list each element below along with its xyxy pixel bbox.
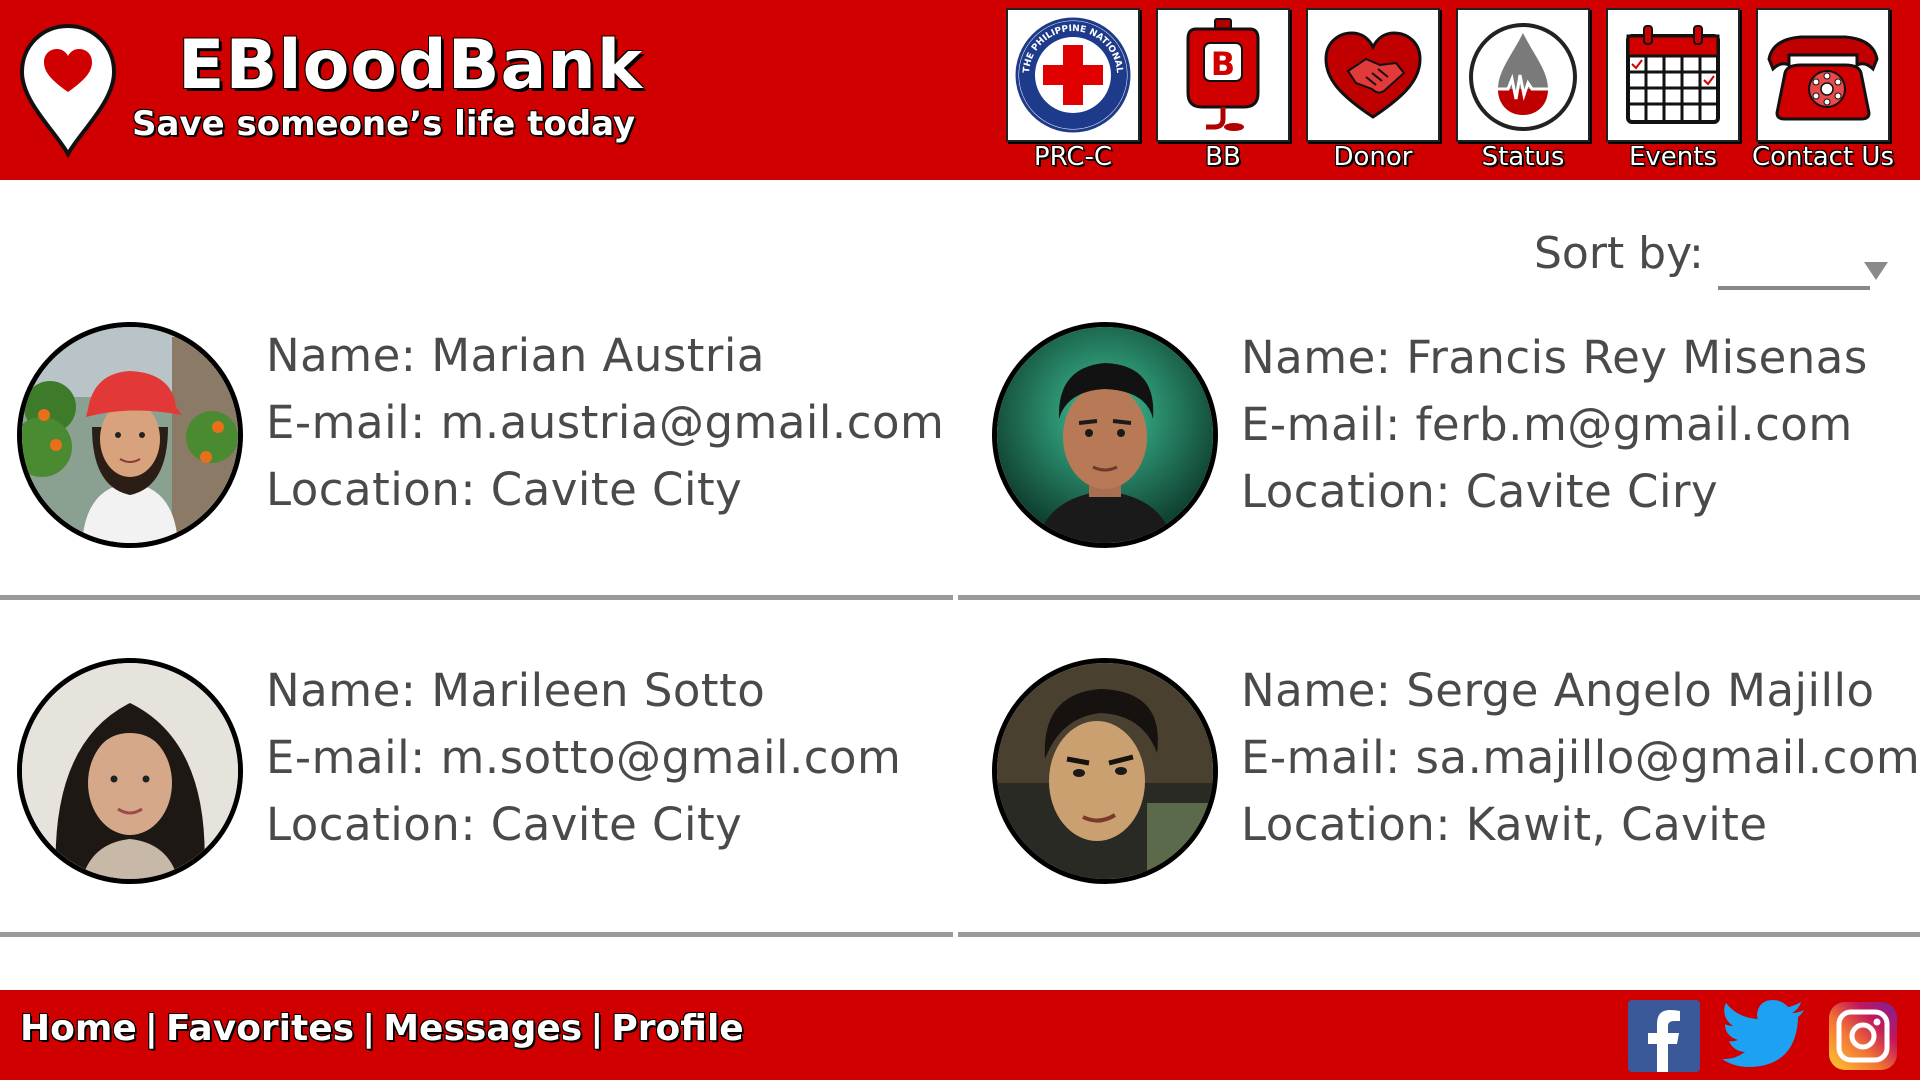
sort-label: Sort by: <box>1534 228 1704 279</box>
footer-separator: | <box>590 1008 604 1049</box>
chevron-down-icon <box>1864 262 1888 280</box>
footer-link-messages[interactable]: Messages <box>383 1008 582 1049</box>
nav-label-prc-c: PRC-C <box>1033 142 1113 172</box>
donor-name: Name: Serge Angelo Majillo <box>1241 664 1875 717</box>
divider <box>958 595 1920 600</box>
app-tagline: Save someone’s life today <box>132 104 636 144</box>
nav-tile-box <box>1756 8 1890 142</box>
footer-link-home[interactable]: Home <box>20 1008 137 1049</box>
donor-email: E-mail: m.sotto@gmail.com <box>266 731 902 784</box>
header-bar: EBloodBank Save someone’s life today THE… <box>0 0 1920 180</box>
nav-tile-box <box>1306 8 1440 142</box>
donor-name: Name: Marian Austria <box>266 329 766 382</box>
nav-tile-prc-c[interactable]: THE PHILIPPINE NATIONAL RED CROSS PRC-C <box>1006 8 1140 178</box>
avatar <box>17 322 243 548</box>
page: EBloodBank Save someone’s life today THE… <box>0 0 1920 1080</box>
donor-name: Name: Marileen Sotto <box>266 664 766 717</box>
nav-label-events: Events <box>1628 142 1718 172</box>
divider <box>0 595 953 600</box>
nav-label-donor: Donor <box>1333 142 1413 172</box>
red-cross-icon: THE PHILIPPINE NATIONAL RED CROSS <box>1015 17 1131 133</box>
donor-location: Location: Kawit, Cavite <box>1241 798 1768 851</box>
nav-tile-box <box>1606 8 1740 142</box>
footer-nav: Home | Favorites | Messages | Profile <box>20 1008 744 1049</box>
footer-bar: Home | Favorites | Messages | Profile <box>0 990 1920 1080</box>
nav-tile-contact-us[interactable]: Contact Us <box>1752 8 1894 178</box>
nav-tile-bb[interactable]: B BB <box>1156 8 1290 178</box>
sort-control: Sort by: <box>1530 228 1890 298</box>
blood-drop-status-icon <box>1469 23 1577 131</box>
nav-tile-box: THE PHILIPPINE NATIONAL RED CROSS <box>1006 8 1140 142</box>
donor-card[interactable]: Name: Marileen Sotto E-mail: m.sotto@gma… <box>0 658 955 928</box>
app-title: EBloodBank <box>178 26 644 105</box>
nav-tile-donor[interactable]: Donor <box>1306 8 1440 178</box>
nav-label-bb: BB <box>1205 142 1241 172</box>
donor-location: Location: Cavite City <box>266 798 743 851</box>
nav-tile-box: B <box>1156 8 1290 142</box>
avatar <box>992 322 1218 548</box>
nav-tile-events[interactable]: Events <box>1606 8 1740 178</box>
handshake-heart-icon <box>1324 31 1422 119</box>
donor-card[interactable]: Name: Serge Angelo Majillo E-mail: sa.ma… <box>975 658 1920 928</box>
donor-card[interactable]: Name: Francis Rey Misenas E-mail: ferb.m… <box>975 322 1920 592</box>
telephone-icon <box>1767 35 1879 121</box>
donor-location: Location: Cavite Ciry <box>1241 465 1719 518</box>
footer-link-favorites[interactable]: Favorites <box>166 1008 354 1049</box>
blood-bag-icon: B <box>1186 18 1260 131</box>
footer-separator: | <box>144 1008 158 1049</box>
donor-email: E-mail: sa.majillo@gmail.com <box>1241 731 1920 784</box>
nav-label-contact-us: Contact Us <box>1752 142 1894 172</box>
donor-info: Name: Marileen Sotto E-mail: m.sotto@gma… <box>266 657 901 858</box>
avatar <box>992 658 1218 884</box>
facebook-icon[interactable] <box>1628 1000 1700 1072</box>
donor-card[interactable]: Name: Marian Austria E-mail: m.austria@g… <box>0 322 955 592</box>
location-heart-logo-icon <box>19 23 117 158</box>
divider <box>0 932 953 937</box>
donor-email: E-mail: m.austria@gmail.com <box>266 396 945 449</box>
donor-email: E-mail: ferb.m@gmail.com <box>1241 398 1853 451</box>
blood-bag-letter: B <box>1211 45 1235 83</box>
divider <box>958 932 1920 937</box>
donor-name: Name: Francis Rey Misenas <box>1241 331 1868 384</box>
donor-info: Name: Serge Angelo Majillo E-mail: sa.ma… <box>1241 657 1920 858</box>
footer-separator: | <box>362 1008 376 1049</box>
sort-underline <box>1718 286 1870 290</box>
nav-tile-status[interactable]: Status <box>1456 8 1590 178</box>
footer-link-profile[interactable]: Profile <box>611 1008 743 1049</box>
twitter-icon[interactable] <box>1722 1000 1806 1072</box>
calendar-icon <box>1626 25 1720 124</box>
donor-info: Name: Marian Austria E-mail: m.austria@g… <box>266 322 944 523</box>
instagram-icon[interactable] <box>1826 1000 1900 1072</box>
sort-dropdown[interactable] <box>1718 238 1888 292</box>
nav-tile-box <box>1456 8 1590 142</box>
donor-info: Name: Francis Rey Misenas E-mail: ferb.m… <box>1241 324 1868 525</box>
donor-location: Location: Cavite City <box>266 463 743 516</box>
avatar <box>17 658 243 884</box>
nav-label-status: Status <box>1481 142 1565 172</box>
